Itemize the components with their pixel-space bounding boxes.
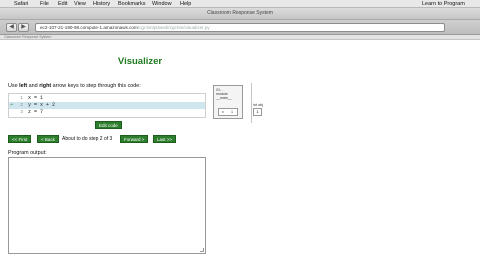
url-host: ec2-107-21-190-98.compute-1.amazonaws.co… <box>40 25 138 30</box>
menu-bookmarks[interactable]: Bookmarks <box>118 0 146 8</box>
back-button[interactable]: < Back <box>37 135 59 143</box>
page-title: Visualizer <box>117 56 163 67</box>
edit-code-button[interactable]: Edit code <box>95 121 122 129</box>
menu-file[interactable]: File <box>40 0 49 8</box>
frame-variable-value: 1 <box>231 110 233 114</box>
code-text: y = x + 2 <box>28 102 56 108</box>
instructions-mid: and <box>27 83 40 89</box>
line-number: 1 <box>20 96 23 101</box>
forward-button[interactable]: Forward > <box>120 135 149 143</box>
menu-edit[interactable]: Edit <box>58 0 67 8</box>
forward-arrow-icon[interactable]: ▶ <box>18 23 29 32</box>
step-navigation: << First < Back About to do step 2 of 3 … <box>8 135 268 143</box>
program-output-label: Program output: <box>8 150 47 156</box>
window-title: Classroom Response System <box>207 10 273 16</box>
instructions-text: Use left and right arrow keys to step th… <box>8 83 141 89</box>
code-line: 3 z = 7 <box>9 109 205 116</box>
first-button[interactable]: << First <box>8 135 32 143</box>
code-line: 1 x = 1 <box>9 95 205 102</box>
frames-panel: Gl... module __main__ x 1 <box>213 85 243 119</box>
macos-menu-bar: Safari File Edit View History Bookmarks … <box>0 0 480 8</box>
menubar-right-label: Learn to Program <box>422 1 465 7</box>
program-output-textarea[interactable] <box>8 157 206 254</box>
line-number: 3 <box>20 110 23 115</box>
current-line-arrow-icon: ➔ <box>10 102 14 108</box>
object-label: int obj <box>253 103 264 107</box>
bookmarks-bar[interactable]: Classroom Response System <box>0 35 480 40</box>
back-arrow-icon[interactable]: ◀ <box>6 23 17 32</box>
menu-help[interactable]: Help <box>180 0 191 8</box>
menu-history[interactable]: History <box>93 0 110 8</box>
window-title-bar: Classroom Response System <box>0 8 480 20</box>
menu-safari[interactable]: Safari <box>14 0 28 8</box>
line-number: 2 <box>20 103 23 108</box>
object-box: 1 <box>253 108 262 116</box>
code-display: 1 x = 1 ➔ 2 y = x + 2 3 z = 7 <box>8 93 206 118</box>
frame-variable-cell: x 1 <box>218 108 238 116</box>
instructions-suffix: arrow keys to step through this code: <box>51 83 141 89</box>
resize-handle-icon[interactable] <box>200 248 204 252</box>
address-bar[interactable]: ec2-107-21-190-98.compute-1.amazonaws.co… <box>35 23 445 32</box>
menu-window[interactable]: Window <box>152 0 172 8</box>
frame-variable-name: x <box>222 110 224 114</box>
instructions-prefix: Use <box>8 83 20 89</box>
instructions-right-key: right <box>39 83 52 89</box>
code-line-current: ➔ 2 y = x + 2 <box>9 102 205 109</box>
step-status: About to do step 2 of 3 <box>62 136 113 142</box>
code-text: z = 7 <box>28 109 44 115</box>
menu-view[interactable]: View <box>74 0 86 8</box>
panel-divider <box>251 83 252 123</box>
instructions-left-key: left <box>19 83 28 89</box>
frames-title: Gl... module __main__ <box>216 88 232 100</box>
code-text: x = 1 <box>28 95 44 101</box>
last-button[interactable]: Last >> <box>153 135 177 143</box>
browser-toolbar: ◀ ▶ ec2-107-21-190-98.compute-1.amazonaw… <box>0 20 480 35</box>
url-path: /cgi-bin/ptsweb/cgi-bin/visualizer.py <box>137 25 210 30</box>
